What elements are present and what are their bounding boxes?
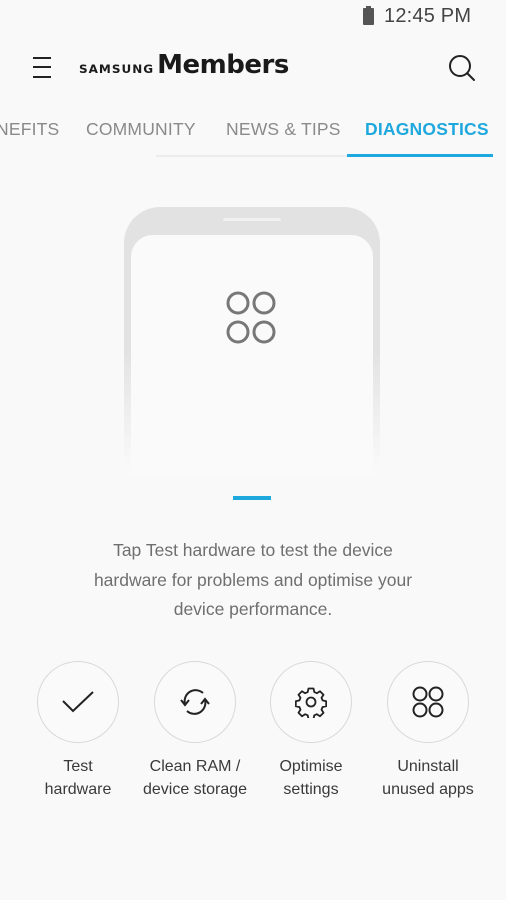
action-label-line: device storage xyxy=(142,780,248,798)
tab-community[interactable]: COMMUNITY xyxy=(86,119,196,140)
page-indicator xyxy=(233,496,271,500)
tab-bar: NEFITS COMMUNITY NEWS & TIPS DIAGNOSTICS xyxy=(0,105,506,157)
action-circle xyxy=(37,661,119,743)
description-line: device performance. xyxy=(173,599,333,619)
phone-illustration xyxy=(124,207,380,475)
action-label-line: unused apps xyxy=(382,780,474,798)
action-label-line: Uninstall xyxy=(397,758,459,775)
phone-speaker xyxy=(223,218,281,221)
app-bar: SAMSUNG Members xyxy=(0,40,506,96)
action-circle xyxy=(270,661,352,743)
status-bar: 12:45 PM xyxy=(0,0,506,34)
menu-line xyxy=(33,57,51,59)
action-label-line: Optimise xyxy=(279,758,343,775)
action-label-line: settings xyxy=(283,780,339,798)
action-circle xyxy=(154,661,236,743)
action-label-line: Clean RAM / xyxy=(149,758,241,775)
action-label: Test hardware xyxy=(13,756,143,801)
menu-line xyxy=(33,66,51,68)
test-hardware-button[interactable]: Test hardware xyxy=(13,661,143,801)
clean-ram-storage-button[interactable]: Clean RAM / device storage xyxy=(130,661,260,801)
description-line: Tap Test hardware to test the device xyxy=(113,540,393,560)
gear-icon xyxy=(295,687,327,718)
menu-line xyxy=(33,76,51,78)
active-tab-indicator xyxy=(347,154,493,157)
brand-name: Members xyxy=(157,50,289,80)
optimise-settings-button[interactable]: Optimise settings xyxy=(246,661,376,801)
brand-prefix: SAMSUNG xyxy=(79,62,155,76)
status-time: 12:45 PM xyxy=(384,5,472,27)
phone-screen xyxy=(131,235,373,475)
diagnostics-description: Tap Test hardware to test the device har… xyxy=(40,536,466,625)
action-label: Optimise settings xyxy=(246,756,376,801)
description-line: hardware for problems and optimise your xyxy=(93,569,413,590)
tab-diagnostics[interactable]: DIAGNOSTICS xyxy=(365,119,489,140)
battery-icon xyxy=(363,6,374,25)
tab-news-tips[interactable]: NEWS & TIPS xyxy=(226,119,341,140)
apps-grid-icon xyxy=(412,686,444,718)
uninstall-unused-apps-button[interactable]: Uninstall unused apps xyxy=(363,661,493,801)
refresh-icon xyxy=(180,689,210,715)
tab-benefits[interactable]: NEFITS xyxy=(0,119,59,140)
action-circle xyxy=(387,661,469,743)
app-logo: SAMSUNG Members xyxy=(79,50,289,86)
checkmark-icon xyxy=(62,691,94,713)
action-label-line: hardware xyxy=(44,780,112,798)
action-label-line: Test xyxy=(63,758,93,775)
action-label: Uninstall unused apps xyxy=(363,756,493,801)
hamburger-menu-icon[interactable] xyxy=(30,56,54,80)
search-icon[interactable] xyxy=(447,53,477,83)
apps-grid-icon xyxy=(226,291,276,344)
action-label: Clean RAM / device storage xyxy=(130,756,260,801)
